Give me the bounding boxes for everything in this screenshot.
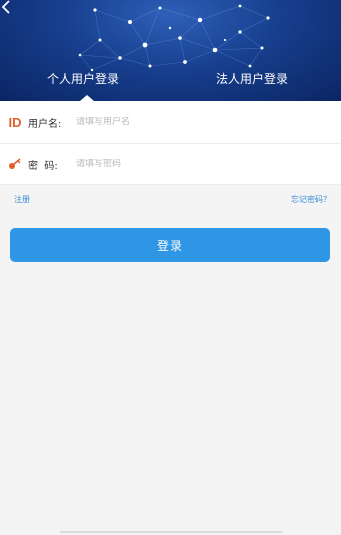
key-icon xyxy=(9,158,21,169)
tab-personal-login[interactable]: 个人用户登录 xyxy=(47,70,119,87)
password-label: 密 码: xyxy=(28,160,58,172)
login-form: ID 用户名: 密 码: xyxy=(0,101,341,185)
username-row: ID 用户名: xyxy=(0,101,341,144)
password-row: 密 码: xyxy=(0,144,341,185)
auth-links: 注册 忘记密码？ xyxy=(0,186,341,212)
password-input[interactable] xyxy=(76,159,341,169)
register-link[interactable]: 注册 xyxy=(14,194,30,205)
id-icon: ID xyxy=(8,114,22,130)
home-indicator xyxy=(60,531,282,533)
username-label: 用户名: xyxy=(28,118,62,130)
login-button[interactable]: 登录 xyxy=(10,228,330,262)
tab-legal-login[interactable]: 法人用户登录 xyxy=(216,70,288,87)
login-type-tabs: 个人用户登录 法人用户登录 xyxy=(0,64,341,101)
header-banner: 个人用户登录 法人用户登录 xyxy=(0,0,341,101)
forgot-password-link[interactable]: 忘记密码？ xyxy=(291,194,331,205)
back-arrow-icon[interactable] xyxy=(0,0,14,14)
username-input[interactable] xyxy=(76,117,341,127)
